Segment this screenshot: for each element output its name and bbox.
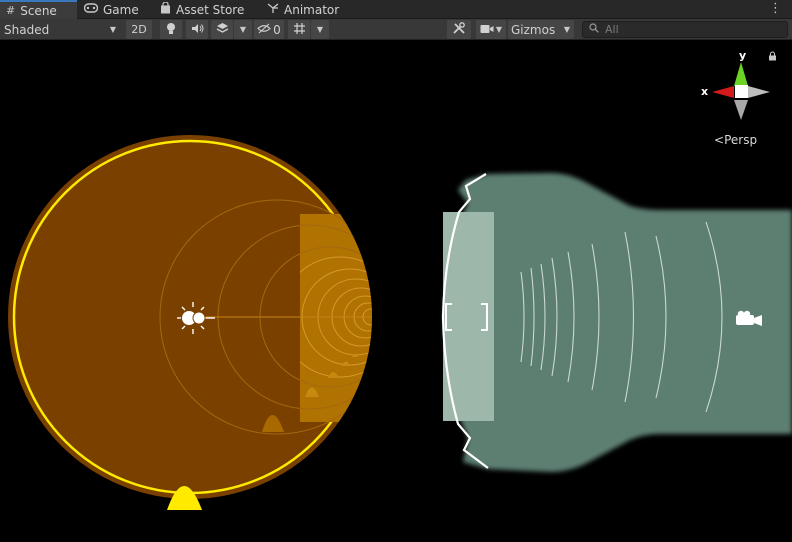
hidden-count: 0: [273, 22, 281, 37]
tab-animator-label: Animator: [284, 2, 340, 17]
gamepad-icon: [83, 3, 99, 16]
scene-effects-button[interactable]: [211, 20, 233, 39]
shading-mode-value: Shaded: [4, 22, 50, 37]
scene-viewport[interactable]: y x <Persp: [0, 40, 792, 542]
perspective-icon: <: [714, 133, 725, 147]
tab-animator[interactable]: Animator: [267, 0, 339, 19]
speaker-icon: [191, 23, 204, 37]
gizmo-x-label: x: [701, 85, 708, 98]
tab-scene[interactable]: # Scene: [0, 0, 77, 19]
tab-asset-store[interactable]: Asset Store: [160, 0, 244, 19]
search-placeholder: All: [605, 23, 619, 36]
scene-lighting-button[interactable]: [160, 20, 182, 39]
toggle-2d-label: 2D: [131, 23, 147, 36]
gizmos-label: Gizmos: [511, 22, 556, 37]
chevron-down-icon: ▼: [239, 25, 247, 34]
shading-mode-dropdown[interactable]: Shaded ▼: [2, 20, 120, 39]
chevron-down-icon: ▼: [109, 25, 116, 34]
scene-camera-button[interactable]: ▼: [476, 20, 506, 39]
gizmo-center-cube[interactable]: [735, 85, 748, 98]
scene-toolbar: Shaded ▼ 2D ▼ 0 ▼ ▼ Gizmos ▼ All: [0, 19, 792, 40]
projection-toggle[interactable]: <Persp: [714, 133, 757, 147]
scene-canvas: [8, 135, 792, 510]
chevron-down-icon: ▼: [563, 25, 570, 34]
gizmo-x-axis-cone[interactable]: [712, 86, 734, 98]
tab-asset-store-label: Asset Store: [176, 2, 245, 17]
chevron-down-icon: ▼: [495, 25, 503, 34]
search-icon: [589, 23, 599, 36]
tab-game-label: Game: [103, 2, 139, 17]
hierarchy-search-field[interactable]: All: [582, 21, 788, 38]
scene-audio-button[interactable]: [186, 20, 208, 39]
lightbulb-icon: [166, 22, 176, 38]
grid-icon: #: [6, 4, 16, 17]
lock-icon[interactable]: [768, 51, 777, 64]
toggle-2d-button[interactable]: 2D: [126, 20, 152, 39]
eye-slash-icon: [257, 23, 271, 37]
gizmo-neg-y-cone[interactable]: [734, 100, 748, 120]
gizmo-y-label: y: [739, 49, 746, 62]
store-bag-icon: [160, 1, 171, 17]
scene-tools-button[interactable]: [447, 20, 471, 39]
projection-label: Persp: [724, 133, 758, 147]
more-options-icon[interactable]: ⋮: [769, 1, 782, 16]
scene-effects-dropdown[interactable]: ▼: [234, 20, 252, 39]
scene-visibility-button[interactable]: 0: [254, 20, 284, 39]
grid-toggle-button[interactable]: [288, 20, 310, 39]
tools-icon: [452, 21, 466, 38]
grid-options-dropdown[interactable]: ▼: [311, 20, 329, 39]
tab-scene-label: Scene: [20, 3, 57, 18]
animator-icon: [267, 2, 279, 17]
editor-tab-bar: # Scene Game Asset Store Animator ⋮: [0, 0, 792, 19]
camera-frustum: [441, 173, 792, 472]
gizmo-y-axis-cone[interactable]: [734, 62, 748, 86]
tab-game[interactable]: Game: [83, 0, 139, 19]
gizmos-dropdown[interactable]: Gizmos ▼: [508, 20, 574, 39]
grid-snap-icon: [293, 22, 306, 38]
video-camera-icon: [480, 23, 494, 37]
effects-layers-icon: [216, 22, 229, 37]
chevron-down-icon: ▼: [316, 25, 324, 34]
gizmo-neg-x-cone[interactable]: [748, 86, 770, 98]
